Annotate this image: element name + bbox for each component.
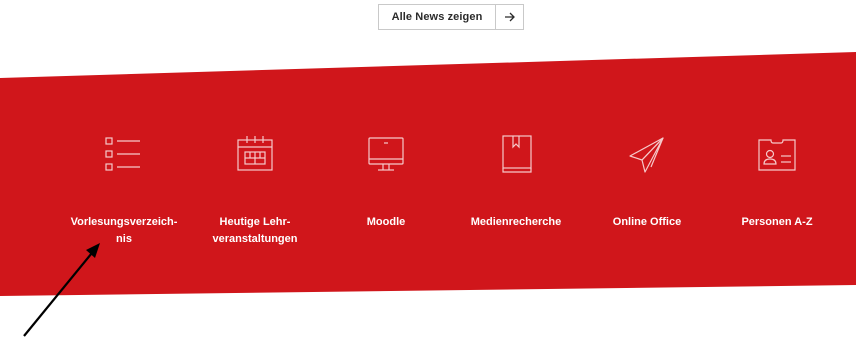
list-icon bbox=[100, 130, 148, 178]
monitor-icon bbox=[362, 130, 410, 178]
page: Alle News zeigen Vorlesungsverzeich- nis bbox=[0, 0, 856, 338]
quicklink-online-office[interactable]: Online Office bbox=[582, 130, 712, 231]
quicklink-label: Vorlesungsverzeich- nis bbox=[70, 216, 178, 245]
quicklink-label: Personen A-Z bbox=[741, 216, 813, 228]
quicklink-label: Moodle bbox=[366, 216, 406, 228]
quicklink-heutige-lehrveranstaltungen[interactable]: Heutige Lehr- veranstaltungen bbox=[190, 130, 320, 248]
quicklink-label: Heutige Lehr- veranstaltungen bbox=[212, 216, 298, 245]
quicklink-label: Online Office bbox=[612, 216, 682, 228]
quicklink-moodle[interactable]: Moodle bbox=[321, 130, 451, 231]
paper-plane-icon bbox=[623, 130, 671, 178]
calendar-icon bbox=[231, 130, 279, 178]
quicklink-label: Medienrecherche bbox=[470, 216, 562, 228]
quicklink-personen-a-z[interactable]: Personen A-Z bbox=[712, 130, 842, 231]
quicklink-medienrecherche[interactable]: Medienrecherche bbox=[451, 130, 581, 231]
book-icon bbox=[492, 130, 540, 178]
id-card-icon bbox=[753, 130, 801, 178]
quicklinks: Vorlesungsverzeich- nis Heutige Lehr- ve… bbox=[0, 0, 856, 338]
quicklink-vorlesungsverzeichnis[interactable]: Vorlesungsverzeich- nis bbox=[59, 130, 189, 248]
